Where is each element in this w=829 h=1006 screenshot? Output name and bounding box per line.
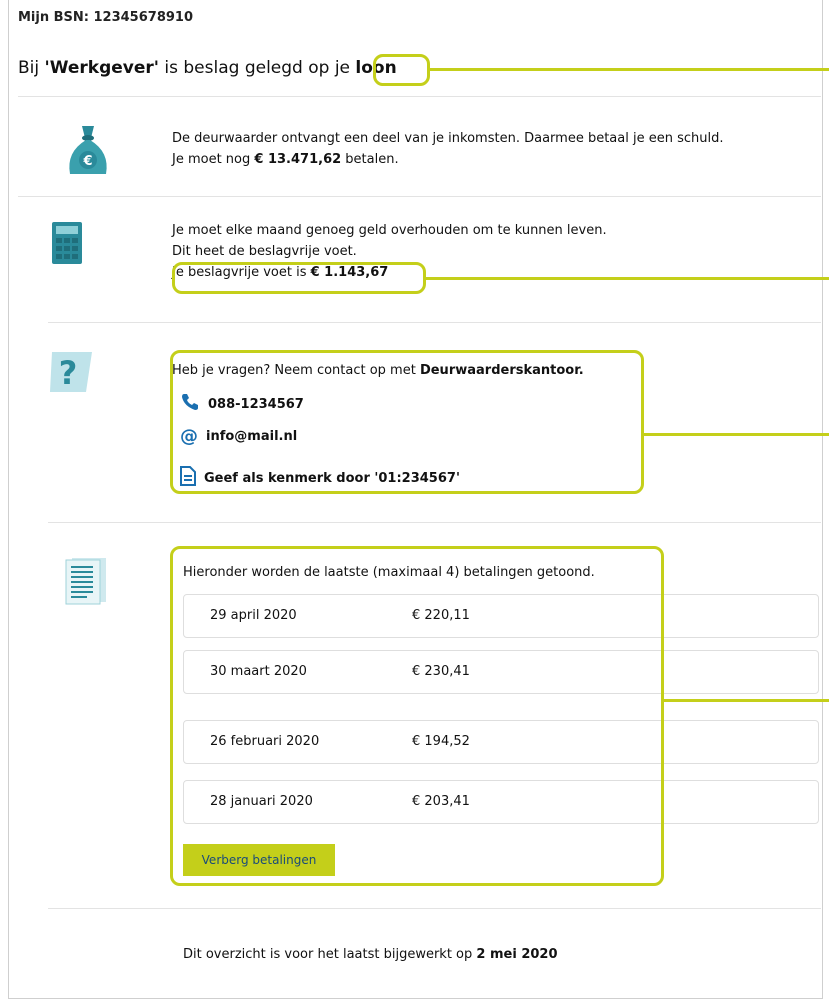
footer-updated-date: 2 mei 2020 xyxy=(476,947,558,962)
voet-line1: Je moet elke maand genoeg geld overhoude… xyxy=(172,223,607,238)
title-pre: Bij xyxy=(18,58,45,78)
highlight-voet xyxy=(172,262,426,294)
bsn-label: Mijn BSN: 12345678910 xyxy=(18,10,194,25)
calculator-icon xyxy=(52,222,82,268)
income-line2-pre: Je moet nog xyxy=(172,152,255,167)
highlight-payments xyxy=(170,546,664,886)
highlight-line-voet xyxy=(426,277,829,280)
money-bag-icon: € xyxy=(60,122,116,182)
footer-updated: Dit overzicht is voor het laatst bijgewe… xyxy=(183,944,558,965)
highlight-line-loon xyxy=(430,68,829,71)
divider-payments xyxy=(48,908,821,909)
highlight-line-payments xyxy=(664,699,829,702)
svg-text:?: ? xyxy=(59,354,78,392)
income-line2: Je moet nog € 13.471,62 betalen. xyxy=(172,149,723,170)
title-employer: 'Werkgever' xyxy=(44,58,159,78)
divider-contact xyxy=(48,522,821,523)
footer-updated-pre: Dit overzicht is voor het laatst bijgewe… xyxy=(183,947,477,962)
divider-income xyxy=(18,196,821,197)
income-text: De deurwaarder ontvangt een deel van je … xyxy=(172,128,723,170)
voet-line2: Dit heet de beslagvrije voet. xyxy=(172,244,357,259)
question-icon: ? xyxy=(46,346,96,400)
highlight-line-contact xyxy=(644,433,829,436)
title-mid: is beslag gelegd op je xyxy=(158,58,356,78)
page-title: Bij 'Werkgever' is beslag gelegd op je l… xyxy=(18,58,397,78)
highlight-loon xyxy=(373,54,430,86)
income-line2-post: betalen. xyxy=(341,152,399,167)
divider-voet xyxy=(48,322,821,323)
income-amount: € 13.471,62 xyxy=(254,152,342,167)
document-stack-icon xyxy=(64,556,110,610)
income-line1: De deurwaarder ontvangt een deel van je … xyxy=(172,131,724,146)
highlight-contact xyxy=(170,350,644,494)
divider-top xyxy=(18,96,821,97)
svg-text:€: € xyxy=(82,154,92,169)
